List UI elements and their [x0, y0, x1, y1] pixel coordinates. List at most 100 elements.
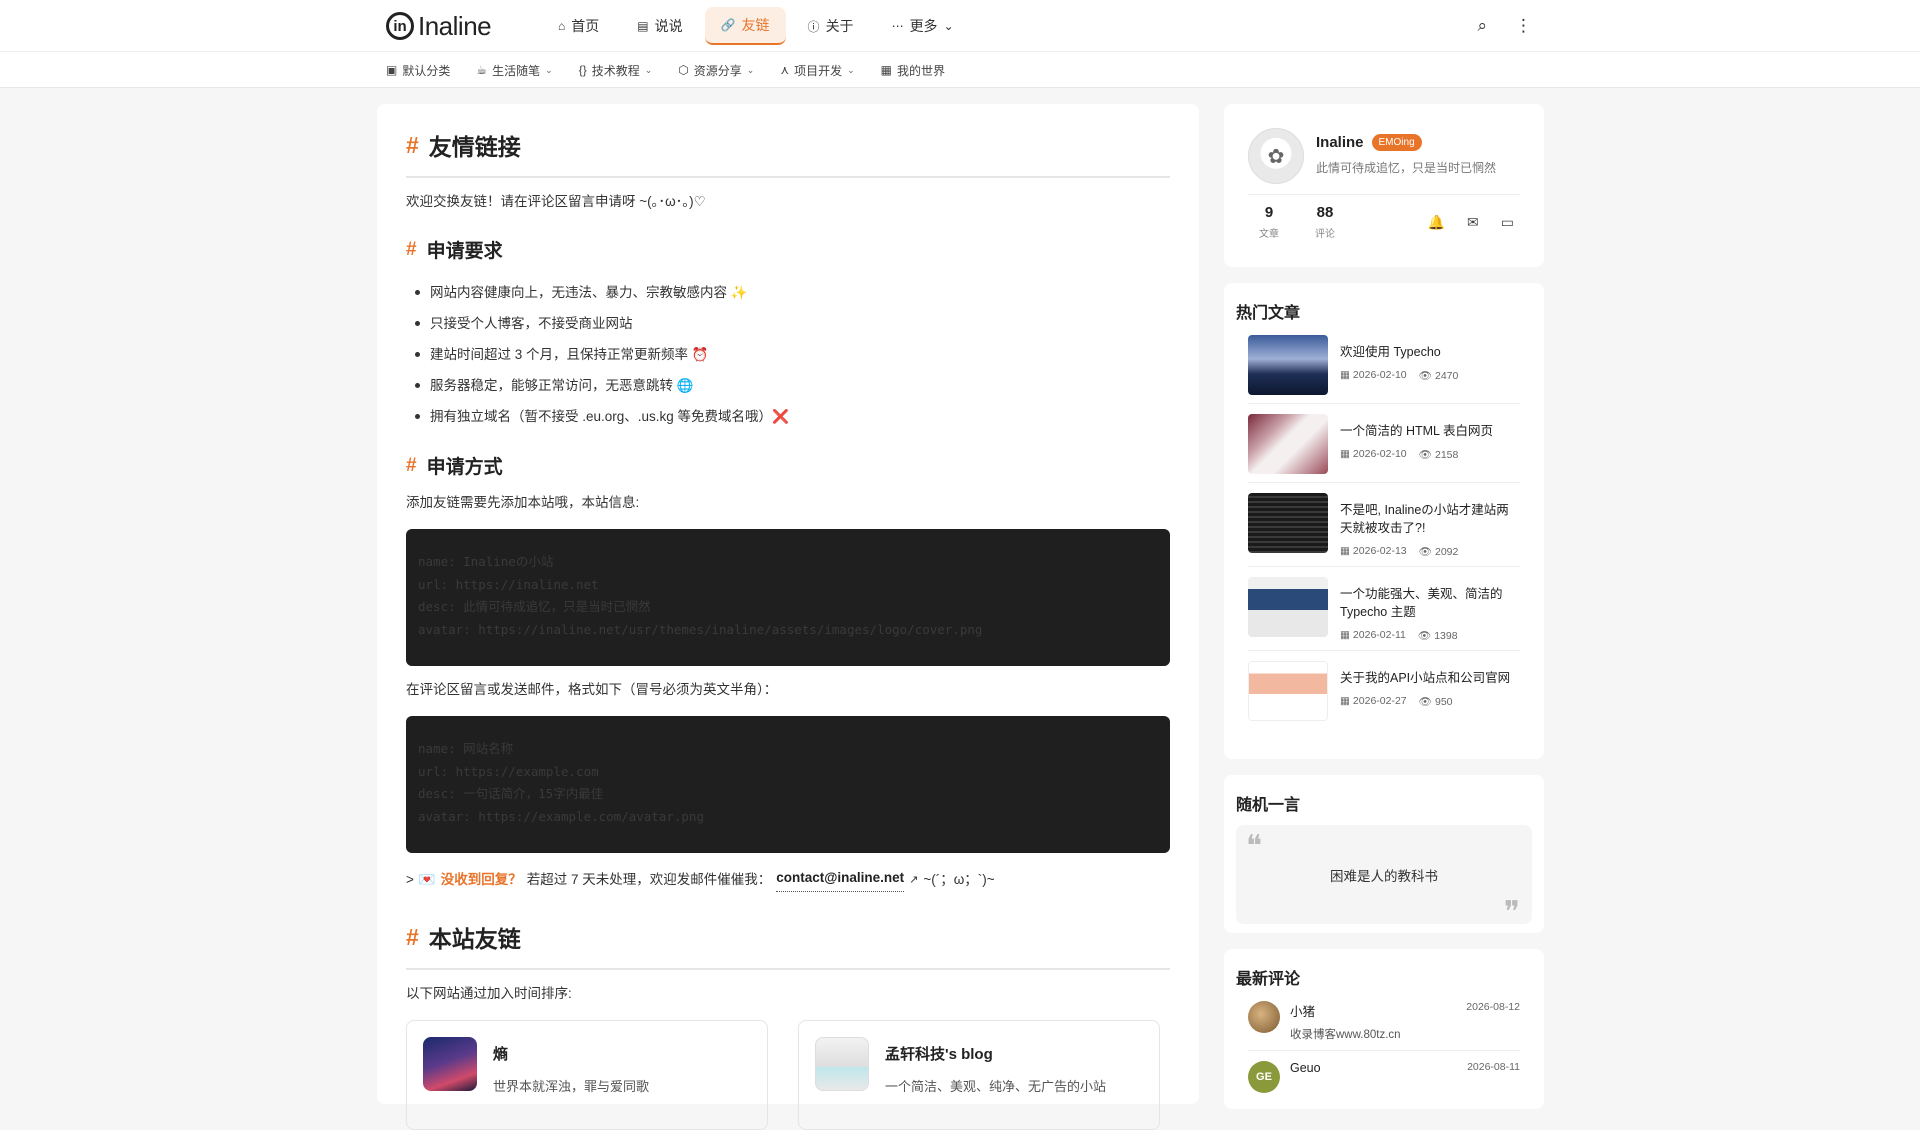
comment-date: 2026-08-12 [1466, 1001, 1520, 1013]
category-label: 生活随笔 [492, 63, 541, 78]
hot-post-item[interactable]: 不是吧, Inalineの小站才建站两天就被攻击了?! ▦ 2026-02-13 … [1248, 493, 1520, 567]
site-info-code-block[interactable]: name: Inalineの小站 url: https://inaline.ne… [406, 529, 1170, 666]
comment-user: Geuo [1290, 1061, 1321, 1075]
calendar-icon: ▦ [1340, 629, 1350, 641]
love-letter-icon: 💌 [418, 871, 436, 887]
hot-post-item[interactable]: 关于我的API小站点和公司官网 ▦ 2026-02-27 👁 950 [1248, 661, 1520, 729]
search-icon[interactable]: ⌕ [1477, 16, 1487, 36]
nav-home[interactable]: ⌂ 首页 [542, 7, 615, 45]
nav-about[interactable]: ⓘ 关于 [792, 7, 870, 45]
quote-text: 困难是人的教科书 [1330, 869, 1438, 884]
email-link[interactable]: contact@inaline.net [776, 867, 905, 892]
heading-hash: # [406, 238, 417, 260]
post-title: 一个功能强大、美观、简洁的 Typecho 主题 [1340, 587, 1503, 619]
friend-name: 孟轩科技's blog [885, 1046, 993, 1063]
info-icon: ⓘ [807, 19, 820, 34]
nav-talk[interactable]: ▤ 说说 [621, 7, 698, 45]
random-quote-card: 随机一言 ❝ 困难是人的教科书 ❞ [1224, 775, 1544, 933]
requirements-heading: # 申请要求 [406, 236, 1170, 263]
category-projects[interactable]: ⋏ 项目开发 ⌄ [780, 62, 854, 79]
friend-links: 熵 世界本就浑浊，罪与爱同歌 孟轩科技's blog 一个简洁、美观、纯净、无广… [406, 1020, 1170, 1130]
chevron-down-icon: ⌄ [847, 64, 855, 75]
article-card: # 友情链接 欢迎交换友链！请在评论区留言申请呀 ~(｡･ω･｡)♡ # 申请要… [377, 104, 1199, 1130]
eye-icon: 👁 [1418, 546, 1432, 558]
top-navbar: in Inaline ⌂ 首页 ▤ 说说 🔗 友链 ⓘ 关于 ⋯ 更多 ⌄ ⌕ … [0, 0, 1920, 52]
heading-hash: # [406, 131, 419, 158]
qq-penguin-icon[interactable]: 🔔 [1428, 214, 1445, 231]
quote-box[interactable]: ❝ 困难是人的教科书 ❞ [1236, 825, 1532, 930]
friends-heading: # 本站友链 [406, 920, 1170, 970]
nav-more[interactable]: ⋯ 更多 ⌄ [876, 7, 970, 45]
note-suffix: ~(´；ω；`)~ [923, 871, 995, 887]
site-logo[interactable]: in Inaline [386, 0, 532, 52]
hot-post-item[interactable]: 欢迎使用 Typecho ▦ 2026-02-10 👁 2470 [1248, 335, 1520, 404]
compass-icon: ⋏ [780, 63, 790, 77]
hot-post-item[interactable]: 一个简洁的 HTML 表白网页 ▦ 2026-02-10 👁 2158 [1248, 414, 1520, 483]
profile-name: Inaline [1316, 134, 1364, 151]
category-resources[interactable]: ⬡ 资源分享 ⌄ [678, 62, 754, 79]
list-item: 网站内容健康向上，无违法、暴力、宗教敏感内容 ✨ [406, 277, 1170, 308]
category-label: 项目开发 [794, 63, 843, 78]
comment-text: 收录博客www.80tz.cn [1290, 1029, 1401, 1041]
format-code-block[interactable]: name: 网站名称 url: https://example.com desc… [406, 716, 1170, 853]
stat-label: 评论 [1315, 229, 1335, 240]
friend-desc: 一个简洁、美观、纯净、无广告的小站 [885, 1079, 1107, 1094]
post-thumbnail [1248, 414, 1328, 474]
profile-card: ✿ Inaline EMOing 此情可待成追忆，只是当时已惘然 9 文章 88… [1224, 104, 1544, 267]
heading-text: 本站友链 [428, 926, 521, 952]
reply-note: > 💌 没收到回复？ 若超过 7 天未处理，欢迎发邮件催催我： contact@… [406, 867, 1170, 892]
quote-open-icon: ❝ [1246, 829, 1263, 864]
heading-hash: # [406, 454, 417, 476]
category-tech[interactable]: {} 技术教程 ⌄ [579, 62, 653, 79]
logo-mark: in [386, 12, 414, 40]
nav-label: 更多 [909, 18, 938, 34]
category-default[interactable]: ▣ 默认分类 [386, 62, 450, 79]
more-vertical-icon[interactable]: ⋮ [1515, 16, 1532, 36]
post-date: 2026-02-11 [1352, 629, 1406, 641]
friend-card[interactable]: 孟轩科技's blog 一个简洁、美观、纯净、无广告的小站 [798, 1020, 1160, 1130]
stat-number: 88 [1316, 204, 1334, 221]
profile-stats: 9 文章 88 评论 🔔 ✉ ▭ [1248, 194, 1520, 240]
nav-links[interactable]: 🔗 友链 [704, 7, 786, 45]
eye-icon: 👁 [1418, 696, 1432, 708]
quote-close-icon: ❞ [1503, 895, 1520, 930]
category-minecraft[interactable]: ▦ 我的世界 [881, 62, 945, 79]
heading-text: 申请方式 [426, 457, 503, 478]
post-views: 950 [1434, 696, 1453, 708]
category-label: 技术教程 [591, 63, 640, 78]
post-thumbnail [1248, 661, 1328, 721]
home-icon: ⌂ [558, 19, 566, 33]
stat-label: 文章 [1259, 229, 1279, 240]
profile-bio: 此情可待成追忆，只是当时已惘然 [1316, 161, 1497, 175]
comment-item[interactable]: 小猪 2026-08-12 收录博客www.80tz.cn [1248, 1001, 1520, 1051]
post-date: 2026-02-27 [1352, 695, 1407, 707]
heading-text: 申请要求 [426, 241, 503, 262]
stat-number: 9 [1264, 204, 1274, 221]
calendar-icon: ▦ [1340, 369, 1350, 381]
monitor-icon[interactable]: ▭ [1501, 214, 1514, 231]
comment-item[interactable]: GE Geuo 2026-08-11 [1248, 1061, 1520, 1101]
ellipsis-icon: ⋯ [891, 19, 904, 33]
post-views: 2158 [1434, 449, 1459, 461]
code-icon: {} [578, 63, 587, 77]
list-item: 只接受个人博客，不接受商业网站 [406, 308, 1170, 339]
nav-label: 关于 [825, 18, 854, 34]
eye-icon: 👁 [1418, 449, 1432, 461]
category-label: 我的世界 [897, 63, 946, 78]
apply-heading: # 申请方式 [406, 452, 1170, 479]
coffee-icon: ☕ [476, 63, 488, 77]
post-thumbnail [1248, 335, 1328, 395]
quote-marker: > [406, 871, 414, 887]
nav-label: 友链 [741, 17, 770, 33]
post-thumbnail [1248, 493, 1328, 553]
avatar[interactable]: ✿ [1248, 128, 1304, 184]
post-date: 2026-02-10 [1352, 369, 1407, 381]
mail-icon[interactable]: ✉ [1467, 214, 1479, 231]
friend-name: 熵 [493, 1046, 509, 1063]
friend-card[interactable]: 熵 世界本就浑浊，罪与爱同歌 [406, 1020, 768, 1130]
section-title: 热门文章 [1236, 305, 1301, 322]
block-icon: ▦ [880, 63, 893, 77]
category-life[interactable]: ☕ 生活随笔 ⌄ [476, 62, 552, 79]
friends-intro: 以下网站通过加入时间排序: [406, 986, 572, 1001]
hot-post-item[interactable]: 一个功能强大、美观、简洁的 Typecho 主题 ▦ 2026-02-11 👁 13… [1248, 577, 1520, 651]
